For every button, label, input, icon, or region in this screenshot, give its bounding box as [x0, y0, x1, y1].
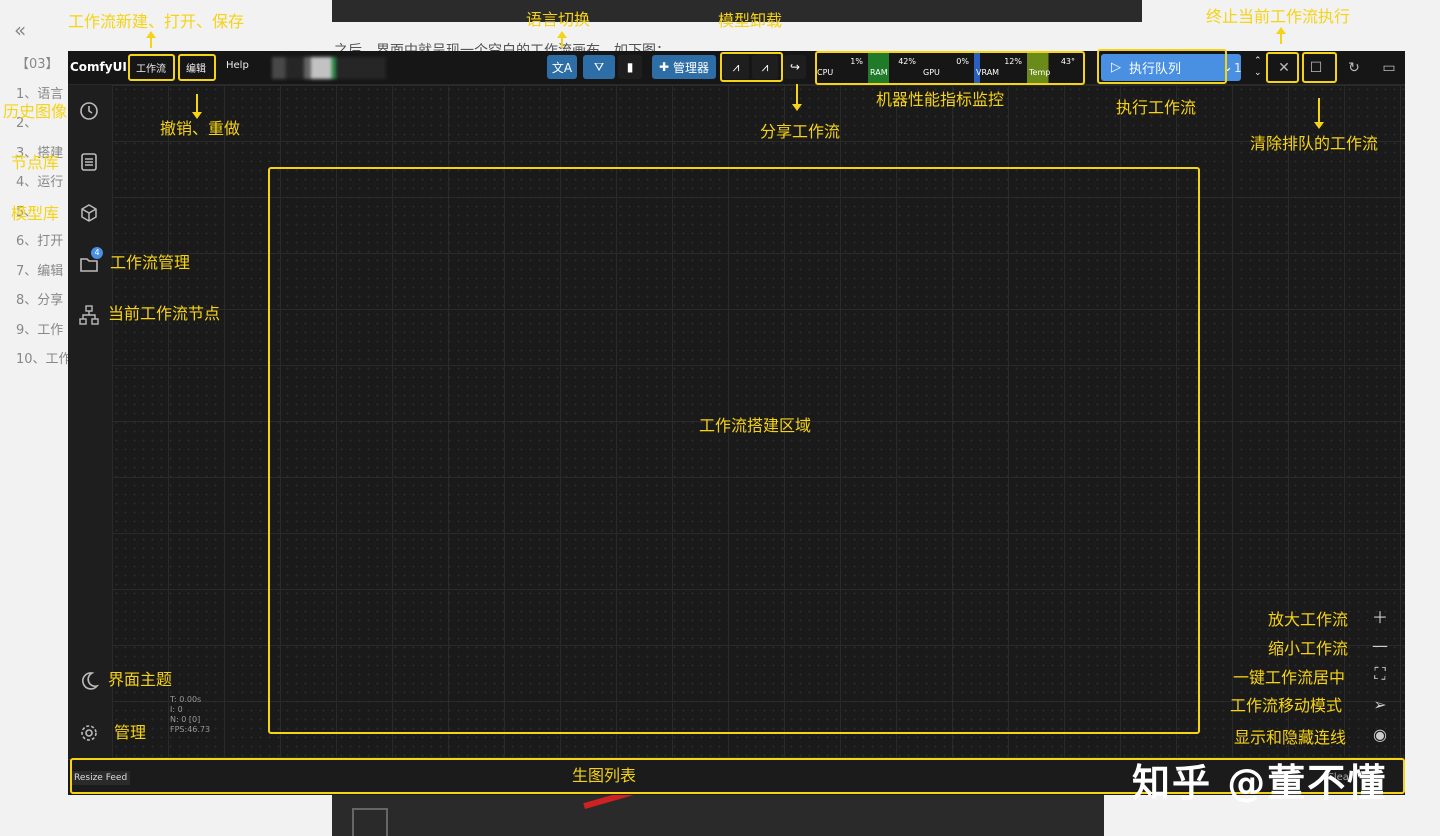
translate-icon: 文A: [551, 60, 573, 75]
stat-nodes: N: 0 [0]: [170, 715, 201, 724]
label-pan-mode: 工作流移动模式: [1230, 696, 1343, 715]
arrow-share: [792, 84, 802, 111]
label-undo-redo: 撤销、重做: [160, 119, 241, 138]
stat-fps: FPS:46.73: [170, 725, 211, 734]
label-zoom-out: 缩小工作流: [1268, 639, 1349, 658]
collapse-icon[interactable]: «: [14, 18, 26, 42]
render-stats: T: 0.00s I: 0 N: 0 [0] FPS:46.73: [170, 695, 210, 735]
label-history: 历史图像: [3, 102, 68, 121]
node-library-icon[interactable]: [78, 151, 100, 173]
toc-item[interactable]: 9、工作: [16, 316, 72, 346]
cube-icon: [352, 808, 388, 836]
label-links: 显示和隐藏连线: [1234, 728, 1347, 747]
manager-label: 管理器: [673, 60, 710, 75]
arrow-workflow-file: [146, 31, 156, 48]
annotation-box-stop: [1266, 52, 1299, 83]
label-build-area: 工作流搭建区域: [699, 416, 812, 435]
node-tree-icon[interactable]: [78, 304, 100, 326]
history-icon[interactable]: [78, 100, 100, 122]
label-theme: 界面主题: [108, 670, 173, 689]
share-button[interactable]: ↪: [784, 55, 806, 79]
stat-i: I: 0: [170, 705, 183, 714]
annotation-box-monitor: [815, 51, 1085, 85]
stat-time: T: 0.00s: [170, 695, 202, 704]
annotation-box-clear-queue: [1302, 52, 1337, 83]
plus-icon: ＋: [1371, 608, 1388, 627]
label-zoom-in: 放大工作流: [1268, 610, 1349, 629]
gear-icon[interactable]: [78, 722, 100, 744]
manager-button[interactable]: ✚ 管理器: [652, 55, 716, 79]
panel-icon: ▭: [1382, 60, 1396, 76]
label-manage: 管理: [114, 723, 147, 742]
label-clear-queue: 清除排队的工作流: [1250, 134, 1379, 153]
arrow-stop: [1276, 27, 1286, 44]
toggle-links-button[interactable]: ◉: [1364, 720, 1396, 748]
pan-mode-button[interactable]: ➢: [1364, 690, 1396, 718]
workflow-count-badge: 4: [91, 247, 103, 259]
label-node-lib: 节点库: [11, 153, 60, 172]
help-menu[interactable]: Help: [226, 60, 249, 71]
bookmark-button[interactable]: ▮: [618, 55, 642, 79]
label-current-nodes: 当前工作流节点: [108, 304, 221, 323]
toc-item[interactable]: 6、打开: [16, 227, 72, 257]
navigation-arrow-icon: ➢: [1373, 694, 1387, 714]
toggle-panel-button[interactable]: ▭: [1378, 57, 1400, 79]
zoom-out-button[interactable]: —: [1364, 631, 1396, 659]
toc-item[interactable]: 8、分享: [16, 286, 72, 316]
article-image-strip-bottom: [332, 772, 1104, 836]
label-share: 分享工作流: [760, 122, 841, 141]
batch-count-value: 1: [1234, 61, 1242, 75]
share-arrow-icon: ↪: [789, 60, 801, 74]
model-library-cube-icon[interactable]: [78, 202, 100, 224]
sidebar: 4: [68, 85, 112, 759]
batch-count-stepper[interactable]: 1 ⌃ ⌄: [1230, 55, 1268, 81]
label-gallery: 生图列表: [572, 766, 637, 785]
annotation-box-unload: [720, 52, 783, 82]
label-model-lib: 模型库: [11, 204, 60, 223]
annotation-box-workflow-menu: [128, 54, 175, 81]
toc-item[interactable]: 【03】: [16, 50, 72, 80]
canvas-controls: ＋ — ⛶ ➢ ◉: [1364, 602, 1396, 750]
label-language: 语言切换: [526, 10, 591, 29]
fit-view-button[interactable]: ⛶: [1364, 660, 1396, 688]
label-stop: 终止当前工作流执行: [1206, 7, 1351, 26]
label-unload: 模型卸载: [718, 11, 783, 30]
bookmark-icon: ▮: [626, 60, 634, 74]
workflow-tabs-blurred[interactable]: [272, 57, 386, 79]
label-workflow-mgmt: 工作流管理: [110, 253, 191, 272]
zoom-in-button[interactable]: ＋: [1364, 602, 1396, 630]
label-monitor: 机器性能指标监控: [876, 90, 1005, 109]
fit-screen-icon: ⛶: [1374, 664, 1386, 683]
minus-icon: —: [1372, 635, 1388, 655]
stepper-arrows-icon[interactable]: ⌃ ⌄: [1254, 55, 1262, 79]
arrow-language: [557, 31, 567, 48]
puzzle-icon: ✚: [658, 60, 670, 74]
label-workflow-file: 工作流新建、打开、保存: [68, 12, 245, 31]
broom-icon: ⛛: [593, 59, 605, 74]
annotation-box-canvas: [268, 167, 1200, 734]
toc-item[interactable]: 10、工作: [16, 345, 72, 375]
model-cleanup-button[interactable]: ⛛: [583, 55, 615, 79]
moon-icon[interactable]: [78, 670, 100, 692]
toc-item[interactable]: 7、编辑: [16, 257, 72, 287]
annotation-box-run: [1097, 49, 1227, 84]
arrow-clear-queue: [1314, 98, 1324, 129]
refresh-button[interactable]: ↻: [1343, 57, 1365, 79]
label-run: 执行工作流: [1116, 98, 1197, 117]
app-brand: ComfyUI: [70, 60, 127, 74]
arrow-undo-redo: [192, 94, 202, 119]
watermark: 知乎 @董不懂: [1132, 761, 1388, 805]
language-button[interactable]: 文A: [547, 55, 577, 79]
annotation-box-edit-menu: [178, 54, 216, 81]
eye-icon: ◉: [1373, 724, 1387, 744]
label-center: 一键工作流居中: [1233, 668, 1346, 687]
refresh-icon: ↻: [1348, 60, 1360, 76]
